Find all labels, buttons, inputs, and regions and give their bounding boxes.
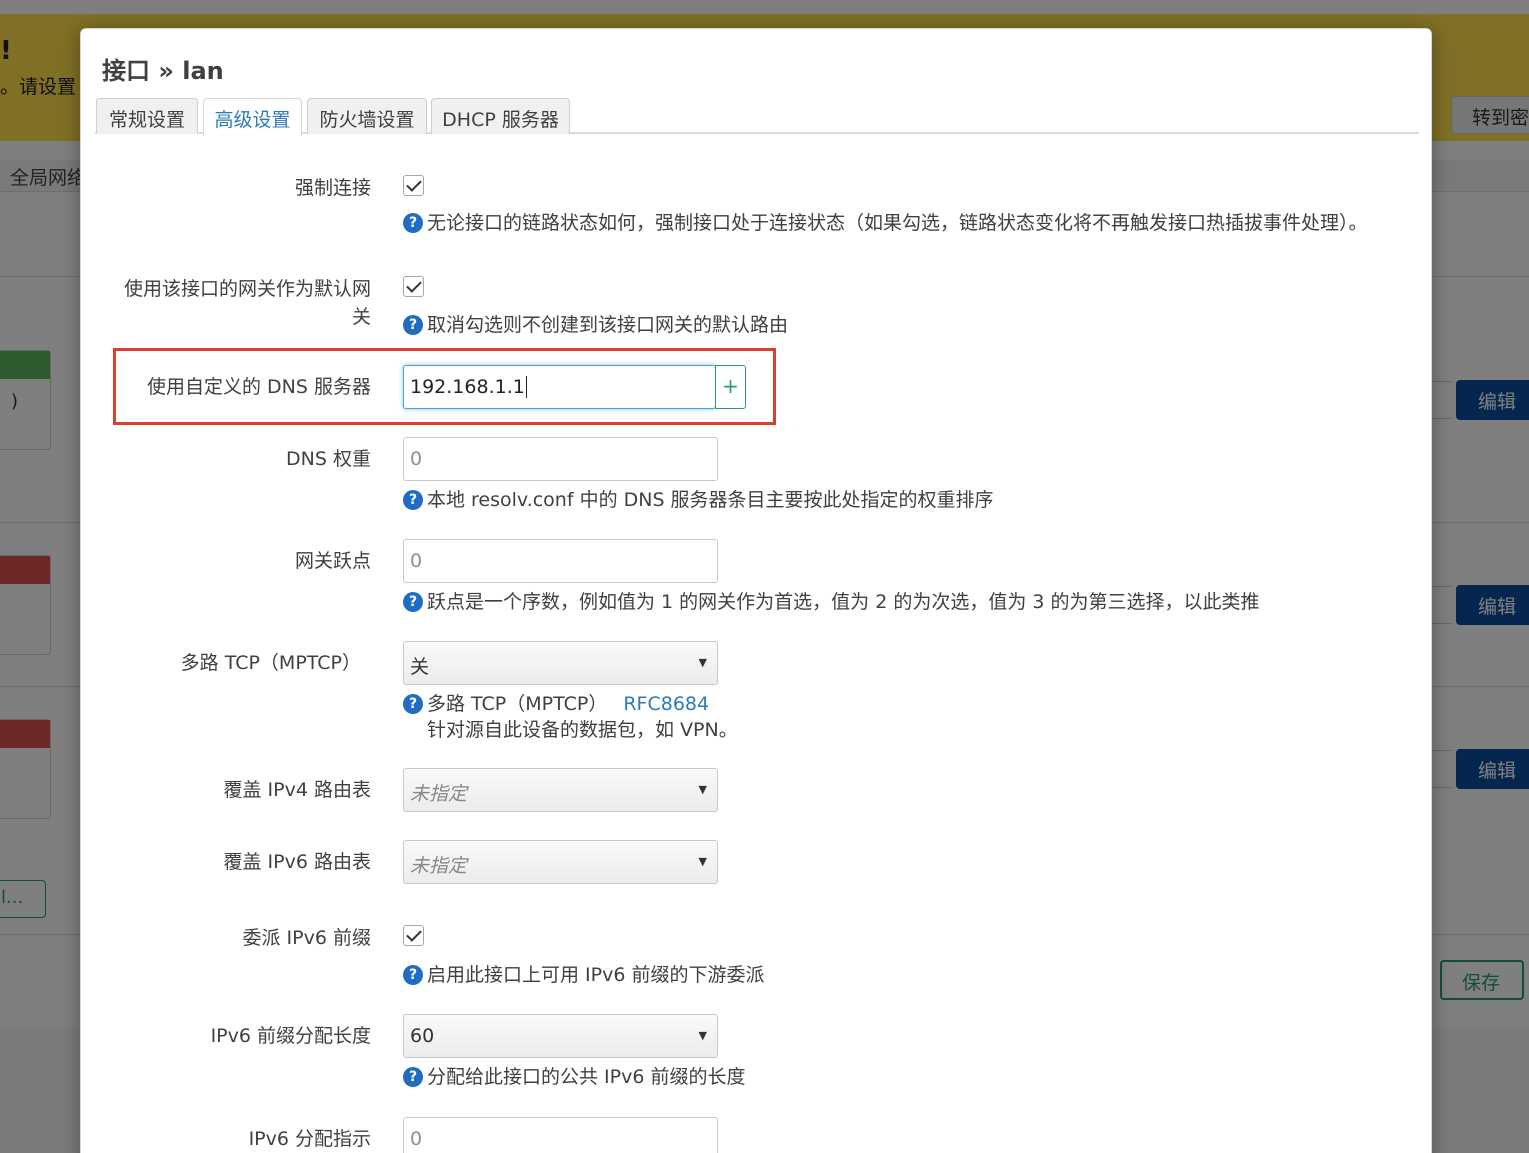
dns-weight-help: ? 本地 resolv.conf 中的 DNS 服务器条目主要按此处指定的权重排序	[403, 487, 994, 513]
ipv4-table-value: 未指定	[410, 783, 468, 805]
ipv6-assign-length-select[interactable]: 60 ▼	[403, 1014, 718, 1058]
force-link-checkbox[interactable]	[403, 175, 424, 196]
force-link-help-text: 无论接口的链路状态如何，强制接口处于连接状态（如果勾选，链路状态变化将不再触发接…	[427, 212, 1368, 234]
force-link-label: 强制连接	[294, 177, 371, 199]
dns-weight-label: DNS 权重	[286, 448, 371, 470]
rfc-link[interactable]: RFC8684	[623, 693, 709, 715]
default-gateway-checkbox[interactable]	[403, 276, 424, 297]
gateway-metric-label: 网关跃点	[294, 550, 371, 572]
modal-title: 接口 » lan	[102, 57, 224, 85]
mptcp-select[interactable]: 关 ▼	[403, 641, 718, 685]
interface-edit-modal: 接口 » lan 常规设置 高级设置 防火墙设置 DHCP 服务器 强制连接 ?…	[80, 28, 1432, 1153]
gateway-metric-input[interactable]: 0	[403, 539, 718, 583]
delegate-ipv6-help-text: 启用此接口上可用 IPv6 前缀的下游委派	[427, 964, 765, 986]
delegate-ipv6-checkbox[interactable]	[403, 925, 424, 946]
ipv6-table-select[interactable]: 未指定 ▼	[403, 840, 718, 884]
dns-weight-input[interactable]: 0	[403, 437, 718, 481]
help-icon: ?	[403, 592, 423, 612]
ipv6-assign-length-help: ? 分配给此接口的公共 IPv6 前缀的长度	[403, 1064, 745, 1090]
tab-dhcp-server[interactable]: DHCP 服务器	[431, 98, 570, 134]
tab-firewall[interactable]: 防火墙设置	[307, 98, 427, 134]
help-icon: ?	[403, 213, 423, 233]
ipv4-table-label: 覆盖 IPv4 路由表	[223, 779, 371, 801]
ipv6-assign-length-label: IPv6 前缀分配长度	[210, 1025, 371, 1047]
help-icon: ?	[403, 1067, 423, 1087]
mptcp-help-text: 多路 TCP（MPTCP）	[427, 693, 608, 715]
help-icon: ?	[403, 965, 423, 985]
dropdown-caret-icon: ▼	[698, 1029, 707, 1042]
default-gateway-help-text: 取消勾选则不创建到该接口网关的默认路由	[427, 314, 789, 336]
mptcp-value: 关	[410, 656, 430, 678]
ipv6-assign-length-value: 60	[410, 1025, 435, 1047]
ipv6-table-value: 未指定	[410, 855, 468, 877]
ipv6-assign-length-help-text: 分配给此接口的公共 IPv6 前缀的长度	[427, 1066, 746, 1088]
delegate-ipv6-label: 委派 IPv6 前缀	[242, 927, 371, 949]
ipv6-hint-input[interactable]: 0	[403, 1117, 718, 1153]
mptcp-help-text-2: 针对源自此设备的数据包，如 VPN。	[427, 719, 738, 741]
tab-advanced[interactable]: 高级设置	[203, 98, 302, 136]
help-icon: ?	[403, 490, 423, 510]
gateway-metric-help: ? 跃点是一个序数，例如值为 1 的网关作为首选，值为 2 的为次选，值为 3 的…	[403, 589, 1260, 615]
text-cursor	[525, 376, 527, 398]
custom-dns-input[interactable]: 192.168.1.1	[403, 365, 716, 409]
default-gateway-label-line1: 使用该接口的网关作为默认网	[123, 278, 371, 300]
default-gateway-label: 使用该接口的网关作为默认网 关	[124, 275, 371, 331]
ipv4-table-select[interactable]: 未指定 ▼	[403, 768, 718, 812]
mptcp-help: ? 多路 TCP（MPTCP） RFC8684 针对源自此设备的数据包，如 VPN。	[403, 691, 738, 743]
custom-dns-value: 192.168.1.1	[410, 376, 525, 398]
mptcp-label: 多路 TCP（MPTCP）	[180, 652, 361, 674]
dropdown-caret-icon: ▼	[698, 656, 707, 669]
dropdown-caret-icon: ▼	[698, 783, 707, 796]
help-icon: ?	[403, 315, 423, 335]
default-gateway-help: ? 取消勾选则不创建到该接口网关的默认路由	[403, 312, 788, 338]
add-dns-button[interactable]: +	[715, 365, 746, 409]
default-gateway-label-line2: 关	[351, 306, 371, 328]
ipv6-hint-label: IPv6 分配指示	[249, 1125, 371, 1153]
tab-bar: 常规设置 高级设置 防火墙设置 DHCP 服务器	[95, 98, 1419, 136]
force-link-help: ? 无论接口的链路状态如何，强制接口处于连接状态（如果勾选，链路状态变化将不再触发…	[403, 210, 1368, 236]
dns-weight-help-text: 本地 resolv.conf 中的 DNS 服务器条目主要按此处指定的权重排序	[427, 489, 994, 511]
help-icon: ?	[403, 694, 423, 714]
dropdown-caret-icon: ▼	[698, 855, 707, 868]
delegate-ipv6-help: ? 启用此接口上可用 IPv6 前缀的下游委派	[403, 962, 764, 988]
ipv6-hint-label-text: IPv6 分配指示	[248, 1128, 371, 1150]
ipv6-table-label: 覆盖 IPv6 路由表	[223, 851, 371, 873]
custom-dns-label: 使用自定义的 DNS 服务器	[147, 376, 371, 398]
tab-general[interactable]: 常规设置	[96, 98, 198, 134]
gateway-metric-help-text: 跃点是一个序数，例如值为 1 的网关作为首选，值为 2 的为次选，值为 3 的为…	[427, 591, 1260, 613]
